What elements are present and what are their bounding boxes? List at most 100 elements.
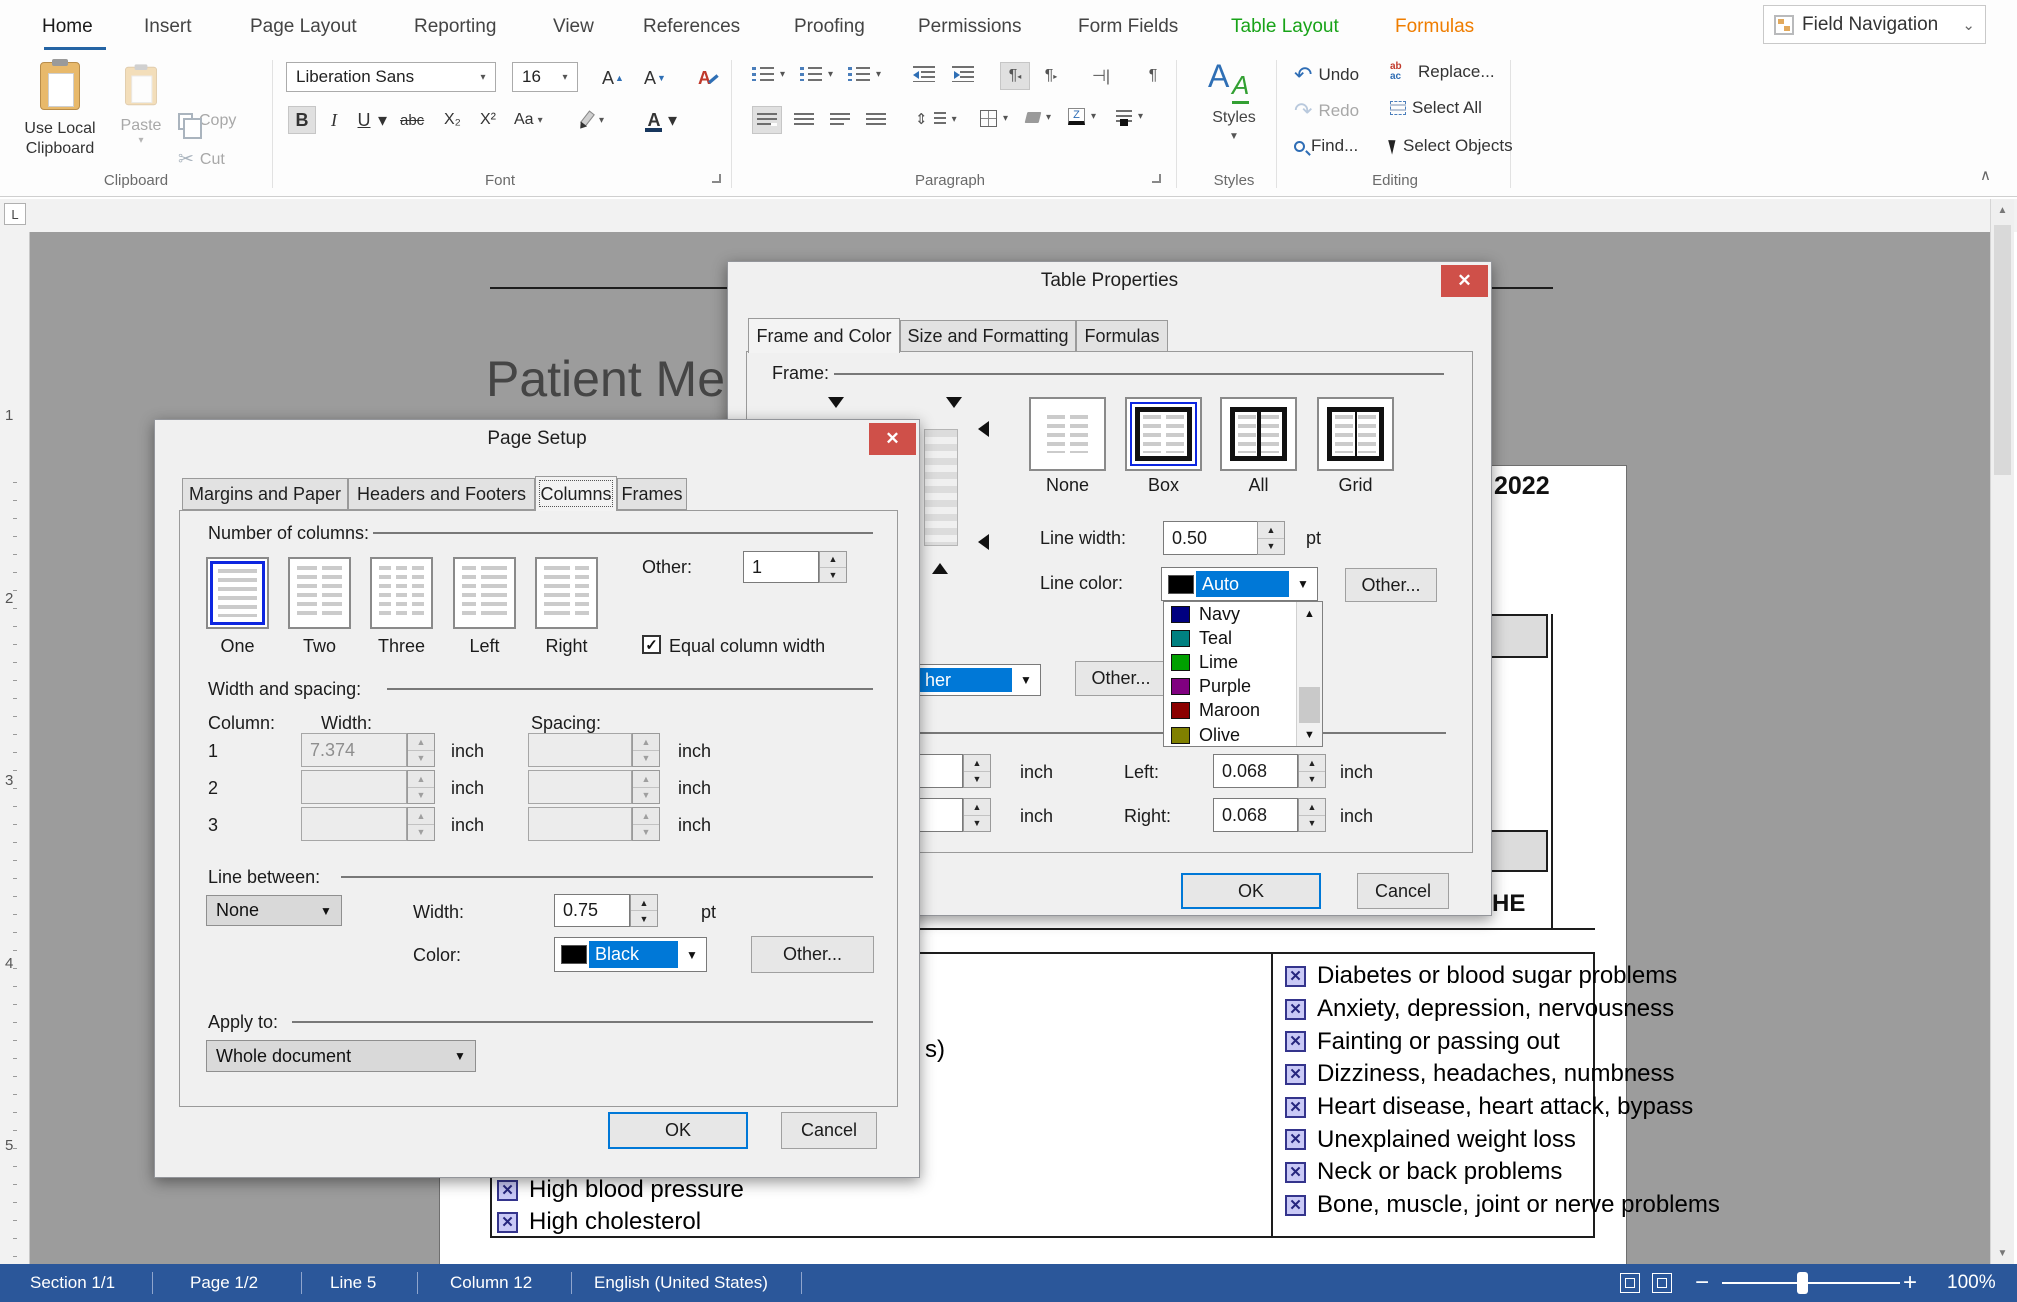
status-page[interactable]: Page 1/2 bbox=[190, 1264, 258, 1302]
dialog-title[interactable]: Table Properties bbox=[728, 262, 1491, 299]
line-color-select[interactable]: Auto ▼ bbox=[1161, 567, 1318, 601]
form-checkbox-row[interactable]: Dizziness, headaches, numbness bbox=[1285, 1058, 1720, 1091]
zoom-slider-track[interactable] bbox=[1722, 1282, 1900, 1284]
zoom-level[interactable]: 100% bbox=[1947, 1264, 1996, 1302]
preset-left[interactable] bbox=[453, 557, 516, 629]
page-setup-dialog[interactable]: Page Setup Margins and Paper Headers and… bbox=[154, 419, 920, 1178]
margin-bottom-spinner[interactable]: ▲▼ bbox=[963, 798, 991, 832]
zoom-out-button[interactable]: − bbox=[1695, 1264, 1709, 1302]
form-checkbox-row[interactable]: Unexplained weight loss bbox=[1285, 1123, 1720, 1156]
paragraph-shading-button[interactable]: ▾ bbox=[1116, 110, 1143, 122]
tab-reporting[interactable]: Reporting bbox=[414, 0, 496, 54]
italic-button[interactable]: I bbox=[324, 106, 344, 134]
tab-size-and-formatting[interactable]: Size and Formatting bbox=[900, 320, 1076, 352]
column-width-input-3[interactable] bbox=[301, 807, 407, 841]
vertical-ruler[interactable]: 12345 bbox=[0, 232, 30, 1264]
underline-dropdown-arrow[interactable]: ▾ bbox=[378, 106, 387, 134]
close-icon[interactable] bbox=[1441, 265, 1488, 297]
decrease-indent-button[interactable] bbox=[913, 66, 935, 82]
replace-button[interactable]: abacReplace... bbox=[1390, 62, 1495, 82]
bold-button[interactable]: B bbox=[288, 106, 316, 134]
styles-dropdown-arrow[interactable]: ▼ bbox=[1196, 131, 1272, 142]
shading-fill-button[interactable]: ▾ bbox=[1026, 112, 1051, 123]
highlight-color-button[interactable]: ▾ bbox=[584, 106, 604, 134]
frame-marker-left-icon[interactable] bbox=[978, 421, 989, 437]
subscript-button[interactable]: X₂ bbox=[444, 106, 461, 134]
styles-button[interactable]: AA Styles ▼ bbox=[1196, 58, 1272, 142]
column-spacing-input-2[interactable] bbox=[528, 770, 632, 804]
numbered-list-button[interactable]: ▾ bbox=[800, 66, 833, 82]
cut-button[interactable]: ✂ Cut bbox=[178, 148, 225, 171]
grow-font-button[interactable]: A▲ bbox=[602, 64, 624, 92]
select-all-button[interactable]: Select All bbox=[1390, 98, 1482, 118]
tab-margins-and-paper[interactable]: Margins and Paper bbox=[182, 478, 348, 510]
fit-width-icon[interactable] bbox=[1652, 1273, 1672, 1293]
paragraph-mark-small-button[interactable]: ¶▸ bbox=[1038, 62, 1064, 90]
vertical-scrollbar[interactable]: ▲ ▼ bbox=[1990, 199, 2014, 1264]
font-family-select[interactable]: Liberation Sans ▾ bbox=[286, 62, 496, 92]
scroll-down-icon[interactable]: ▼ bbox=[1297, 723, 1322, 746]
form-checkbox-row[interactable]: High blood pressure bbox=[497, 1174, 744, 1207]
checked-checkbox-icon[interactable] bbox=[497, 1212, 518, 1233]
checked-checkbox-icon[interactable] bbox=[1285, 1129, 1306, 1150]
dialog-title[interactable]: Page Setup bbox=[155, 420, 919, 457]
superscript-button[interactable]: X² bbox=[480, 106, 496, 134]
column-spacing-spinner-1[interactable]: ▲▼ bbox=[632, 733, 660, 767]
font-size-select[interactable]: 16 ▾ bbox=[512, 62, 578, 92]
tab-table-layout[interactable]: Table Layout bbox=[1231, 0, 1339, 54]
line-spacing-button[interactable]: ⇕▾ bbox=[915, 110, 957, 128]
align-right-button[interactable] bbox=[826, 106, 854, 134]
line-color-other-button[interactable]: Other... bbox=[1345, 568, 1437, 602]
ok-button[interactable]: OK bbox=[1181, 873, 1321, 909]
horizontal-ruler[interactable]: 1234567 LLLLLLLLLLLLLLLLL bbox=[0, 199, 2017, 232]
checked-checkbox-icon[interactable] bbox=[1285, 1195, 1306, 1216]
multilevel-list-button[interactable]: ▾ bbox=[848, 66, 881, 82]
column-width-spinner-3[interactable]: ▲▼ bbox=[407, 807, 435, 841]
strikethrough-button[interactable]: abc bbox=[400, 106, 424, 134]
color-option-purple[interactable]: Purple bbox=[1164, 675, 1296, 699]
column-width-input-2[interactable] bbox=[301, 770, 407, 804]
line-between-select[interactable]: None ▼ bbox=[206, 895, 342, 926]
shrink-font-button[interactable]: A▼ bbox=[644, 64, 666, 92]
collapse-ribbon-icon[interactable]: ∧ bbox=[1980, 166, 1991, 184]
frame-marker-left-icon[interactable] bbox=[978, 534, 989, 550]
color-option-teal[interactable]: Teal bbox=[1164, 626, 1296, 650]
close-icon[interactable] bbox=[869, 423, 916, 455]
column-width-spinner-2[interactable]: ▲▼ bbox=[407, 770, 435, 804]
tab-references[interactable]: References bbox=[643, 0, 740, 54]
left-margin-spinner[interactable]: ▲▼ bbox=[1298, 754, 1326, 788]
form-checkbox-row[interactable]: Heart disease, heart attack, bypass bbox=[1285, 1091, 1720, 1124]
tab-frames[interactable]: Frames bbox=[617, 478, 687, 510]
tab-frame-and-color[interactable]: Frame and Color bbox=[748, 318, 900, 353]
margin-top-spinner[interactable]: ▲▼ bbox=[963, 754, 991, 788]
column-spacing-input-3[interactable] bbox=[528, 807, 632, 841]
align-center-button[interactable] bbox=[790, 106, 818, 134]
form-checkbox-row[interactable]: Bone, muscle, joint or nerve problems bbox=[1285, 1189, 1720, 1222]
line-color-select[interactable]: Black ▼ bbox=[554, 937, 707, 972]
tab-home[interactable]: Home bbox=[42, 0, 93, 54]
font-color-dropdown-arrow[interactable]: ▾ bbox=[668, 106, 677, 134]
column-spacing-input-1[interactable] bbox=[528, 733, 632, 767]
color-option-maroon[interactable]: Maroon bbox=[1164, 699, 1296, 723]
scrollbar-thumb[interactable] bbox=[1994, 225, 2011, 475]
form-checkbox-row[interactable]: Fainting or passing out bbox=[1285, 1025, 1720, 1058]
checked-checkbox-icon[interactable] bbox=[1285, 999, 1306, 1020]
tab-page-layout[interactable]: Page Layout bbox=[250, 0, 357, 54]
zoom-in-button[interactable]: + bbox=[1903, 1264, 1917, 1302]
fit-page-icon[interactable] bbox=[1620, 1273, 1640, 1293]
scroll-up-icon[interactable]: ▲ bbox=[1297, 602, 1322, 625]
checked-checkbox-icon[interactable] bbox=[1285, 1031, 1306, 1052]
scroll-up-icon[interactable]: ▲ bbox=[1991, 199, 2014, 221]
preset-right[interactable] bbox=[535, 557, 598, 629]
increase-indent-button[interactable] bbox=[952, 66, 974, 82]
tab-proofing[interactable]: Proofing bbox=[794, 0, 865, 54]
character-border-button[interactable]: Z▾ bbox=[1068, 108, 1096, 125]
frame-marker-top-icon[interactable] bbox=[946, 397, 962, 408]
right-margin-input[interactable]: 0.068 bbox=[1213, 798, 1298, 832]
column-spacing-spinner-3[interactable]: ▲▼ bbox=[632, 807, 660, 841]
right-margin-spinner[interactable]: ▲▼ bbox=[1298, 798, 1326, 832]
paste-dropdown-arrow[interactable]: ▾ bbox=[112, 135, 170, 146]
underline-button[interactable]: U bbox=[352, 106, 376, 134]
column-width-input-1[interactable]: 7.374 bbox=[301, 733, 407, 767]
preset-two[interactable] bbox=[288, 557, 351, 629]
